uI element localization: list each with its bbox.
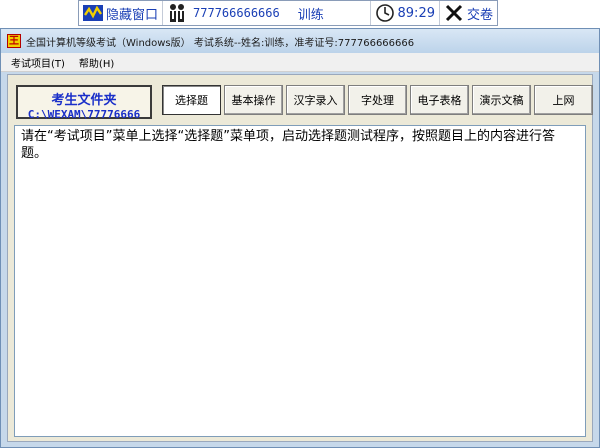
timer: 89:29 — [371, 1, 440, 25]
tab-spreadsheet[interactable]: 电子表格 — [410, 85, 469, 115]
timer-value: 89:29 — [397, 5, 435, 21]
candidate-info: 777766666666 训练 — [163, 1, 371, 25]
candidate-folder-button[interactable]: 考生文件夹 C:\WEXAM\77776666 — [16, 85, 152, 121]
exam-status-bar: 隐藏窗口 777766666666 训练 89:29 交卷 — [78, 0, 498, 26]
tab-choice[interactable]: 选择题 — [162, 85, 221, 115]
people-icon — [170, 4, 185, 22]
hide-window-label: 隐藏窗口 — [106, 7, 159, 23]
clock-icon — [375, 4, 394, 22]
exam-panel: 考生文件夹 C:\WEXAM\77776666 选择题 基本操作 汉字录入 字处… — [7, 74, 593, 442]
menu-exam-items[interactable]: 考试项目(T) — [11, 55, 65, 70]
logo-wave-icon — [83, 5, 103, 21]
hide-window-button[interactable]: 隐藏窗口 — [79, 1, 164, 25]
folder-title: 考生文件夹 — [51, 93, 117, 108]
close-x-icon — [445, 4, 463, 22]
tab-chinese-typing[interactable]: 汉字录入 — [286, 85, 345, 115]
tab-basic-ops[interactable]: 基本操作 — [224, 85, 283, 115]
app-icon: 王 — [7, 34, 21, 48]
tab-internet[interactable]: 上网 — [534, 85, 593, 115]
menu-help[interactable]: 帮助(H) — [79, 55, 114, 70]
menu-bar: 考试项目(T) 帮助(H) — [1, 53, 599, 72]
submit-label: 交卷 — [466, 7, 493, 23]
window-title: 全国计算机等级考试（Windows版） 考试系统--姓名:训练，准考证号:777… — [26, 37, 415, 49]
folder-path: C:\WEXAM\77776666 — [27, 108, 141, 121]
exam-window: 王 全国计算机等级考试（Windows版） 考试系统--姓名:训练，准考证号:7… — [0, 28, 600, 448]
exam-tabs: 选择题 基本操作 汉字录入 字处理 电子表格 演示文稿 上网 — [162, 85, 596, 115]
candidate-id: 777766666666 — [193, 6, 280, 20]
submit-button[interactable]: 交卷 — [440, 1, 497, 25]
tab-word-processing[interactable]: 字处理 — [348, 85, 407, 115]
instructions-text: 请在“考试项目”菜单上选择“选择题”菜单项，启动选择题测试程序，按照题目上的内容… — [14, 125, 586, 437]
tab-presentation[interactable]: 演示文稿 — [472, 85, 531, 115]
title-bar: 王 全国计算机等级考试（Windows版） 考试系统--姓名:训练，准考证号:7… — [1, 29, 599, 53]
mode-label: 训练 — [297, 7, 324, 23]
